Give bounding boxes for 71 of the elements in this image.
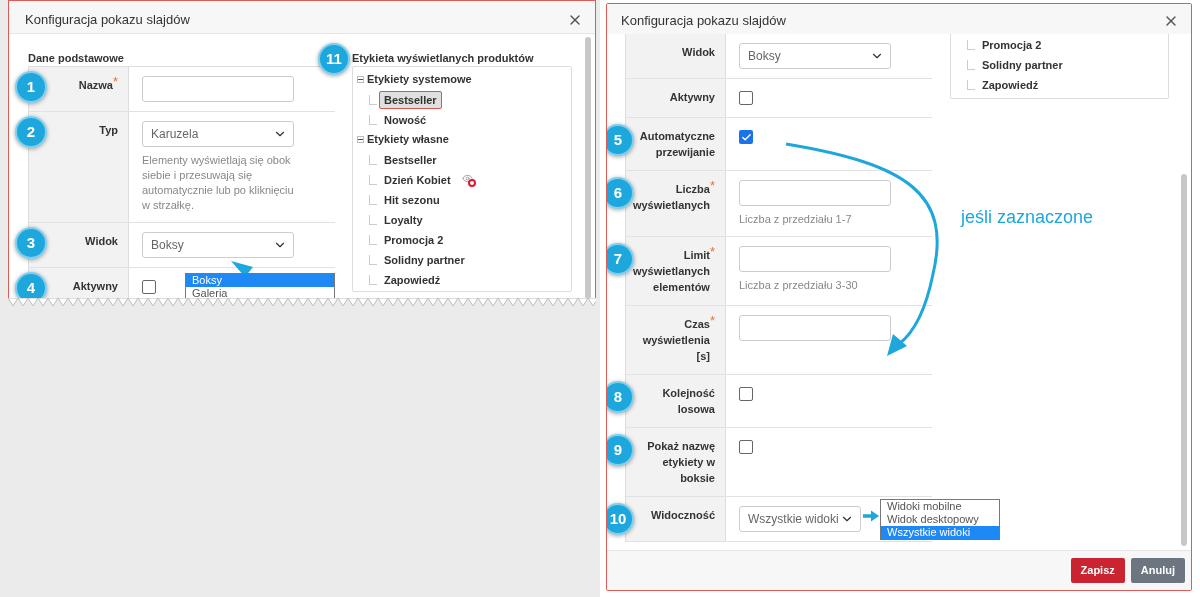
required-mark: *: [709, 246, 715, 258]
field-label: Widoczność: [650, 508, 715, 523]
required-mark: *: [709, 315, 715, 327]
select-field[interactable]: Karuzela: [142, 121, 294, 147]
checkbox[interactable]: [739, 91, 753, 105]
tree-item[interactable]: Solidny partner: [977, 56, 1068, 74]
collapse-toggle-icon[interactable]: [357, 75, 364, 83]
section-title: Dane podstawowe: [28, 51, 124, 66]
field-label: Widok: [85, 234, 118, 249]
step-badge: 11: [318, 43, 350, 75]
step-badge: 2: [15, 116, 47, 148]
step-badge: 1: [15, 71, 47, 103]
dropdown-option[interactable]: Boksy: [186, 274, 334, 287]
tree-title: Etykieta wyświetlanych produktów: [352, 51, 535, 66]
dialog-title: Konfiguracja pokazu slajdów: [25, 11, 190, 30]
tree-item[interactable]: Promocja 2: [977, 36, 1047, 54]
field-label: Typ: [99, 123, 118, 138]
field-label: Automatyczne przewijanie: [638, 129, 715, 160]
dialog-button[interactable]: Anuluj: [1130, 558, 1185, 583]
pointer-arrow: [862, 509, 880, 523]
tree-item[interactable]: Solidny partner: [379, 251, 470, 269]
dropdown-option[interactable]: Galeria: [186, 287, 334, 298]
checkbox[interactable]: [142, 280, 156, 294]
tree-item[interactable]: Dzień Kobiet: [379, 171, 456, 189]
collapse-toggle-icon[interactable]: [357, 135, 364, 143]
field-label: Widok: [682, 45, 715, 60]
select-field[interactable]: Boksy: [142, 232, 294, 258]
dropdown-option[interactable]: Wszystkie widoki: [881, 526, 999, 539]
dialog-title: Konfiguracja pokazu slajdów: [621, 12, 786, 31]
text-field[interactable]: [739, 180, 891, 206]
field-label: Kolejność losowa: [661, 386, 715, 417]
select-field[interactable]: Boksy: [739, 43, 891, 69]
field-label: Limit wyświetlanych elementów: [632, 248, 710, 295]
tree-item[interactable]: Zapowiedź: [977, 76, 1044, 94]
field-label: Aktywny: [72, 279, 118, 294]
scrollbar[interactable]: [585, 37, 591, 298]
checkbox[interactable]: [739, 440, 753, 454]
text-field[interactable]: [739, 246, 891, 272]
step-badge: 8: [607, 381, 634, 413]
text-field[interactable]: [739, 315, 891, 341]
scrollbar[interactable]: [1181, 174, 1187, 546]
field-hint: Liczba z przedziału 1-7: [739, 212, 853, 227]
field-label: Pokaż nazwę etykiety w boksie: [646, 439, 715, 486]
field-label: Aktywny: [669, 90, 715, 105]
tree-item[interactable]: Promocja 2: [379, 231, 449, 249]
tree-group[interactable]: Etykiety systemowe: [367, 70, 472, 88]
dropdown-option[interactable]: Widok desktopowy: [881, 513, 999, 526]
tree-item[interactable]: Bestseller: [379, 151, 442, 169]
field-hint: Liczba z przedziału 3-30: [739, 278, 859, 293]
field-label: Liczba wyświetlanych: [632, 182, 710, 213]
field-label: Nazwa: [78, 78, 113, 93]
step-badge: 4: [15, 272, 47, 298]
required-mark: *: [112, 76, 118, 88]
tree-item[interactable]: Bestseller: [379, 91, 442, 109]
select-field[interactable]: Wszystkie widoki: [739, 506, 861, 532]
tree-item[interactable]: Nowość: [379, 111, 432, 129]
text-field[interactable]: [142, 76, 294, 102]
step-badge: 3: [15, 227, 47, 259]
annotation-text: jeśli zaznaczone: [961, 206, 1094, 229]
tree-item[interactable]: Zapowiedź: [379, 271, 446, 289]
required-mark: *: [709, 180, 715, 192]
tree-item[interactable]: Loyalty: [379, 211, 428, 229]
tree-group[interactable]: Etykiety własne: [367, 130, 449, 148]
checkbox[interactable]: [739, 130, 753, 144]
step-badge: 9: [607, 434, 634, 466]
checkbox[interactable]: [739, 387, 753, 401]
dropdown-option[interactable]: Widoki mobilne: [881, 500, 999, 513]
dialog-button[interactable]: Zapisz: [1070, 558, 1125, 583]
tree-item[interactable]: Hit sezonu: [379, 191, 445, 209]
field-label: Czas wyświetlenia [s]: [641, 317, 710, 364]
field-hint: Elementy wyświetlają się obok siebie i przesuwają się automatycznie lub po kliknięciu w strzałkę.: [142, 153, 295, 213]
